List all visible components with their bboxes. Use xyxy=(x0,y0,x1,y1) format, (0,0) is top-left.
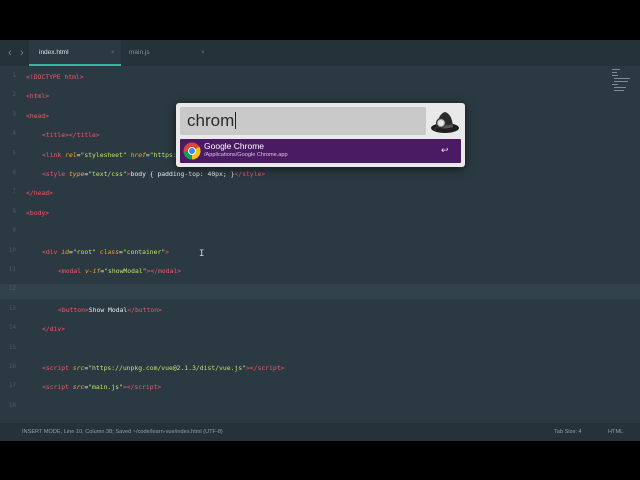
code-line: <modal v-if="showModal"></modal> xyxy=(58,267,182,275)
code-editor-window: ‹ › index.html × main.js × 1 2 3 4 5 6 7 8 9 10 11… xyxy=(0,40,640,441)
alfred-hat-icon xyxy=(431,112,459,133)
code-line: </div> xyxy=(42,325,66,334)
tab-index-html[interactable]: index.html × xyxy=(29,40,121,66)
chrome-icon xyxy=(183,142,201,160)
code-line: <style type="text/css">body { padding-to… xyxy=(42,170,266,178)
tab-label: main.js xyxy=(129,49,150,56)
mouse-ibeam-cursor: I xyxy=(199,249,205,259)
alfred-launcher: chrom Google Chrome /Applications/Google… xyxy=(176,103,465,167)
result-subtitle: /Applications/Google Chrome.app xyxy=(204,152,288,158)
code-line: <button>Show Modal</button> xyxy=(58,305,162,314)
code-line: <head> xyxy=(26,111,50,120)
close-icon[interactable]: × xyxy=(201,40,205,66)
forward-arrow-icon[interactable]: › xyxy=(20,47,24,59)
code-line: <script src="main.js"></script> xyxy=(42,383,162,392)
close-icon[interactable]: × xyxy=(111,40,115,66)
code-line: <html> xyxy=(26,92,50,101)
syntax-indicator[interactable]: HTML xyxy=(608,423,623,441)
result-google-chrome[interactable]: Google Chrome /Applications/Google Chrom… xyxy=(180,139,461,163)
minimap[interactable] xyxy=(610,66,632,96)
code-line: <body> xyxy=(26,208,50,217)
code-line: </head> xyxy=(26,189,53,198)
bottom-letterbox xyxy=(0,441,640,480)
tab-bar: ‹ › index.html × main.js × xyxy=(0,40,640,66)
text-caret xyxy=(235,112,237,129)
search-input[interactable]: chrom xyxy=(180,107,426,135)
status-text: INSERT MODE, Line 10, Column 38; Saved ~… xyxy=(22,429,223,435)
tab-size-indicator[interactable]: Tab Size: 4 xyxy=(554,423,582,441)
return-key-icon: ↩ xyxy=(441,145,449,155)
top-letterbox xyxy=(0,0,640,40)
code-line: <!DOCTYPE html> xyxy=(26,73,84,81)
code-line: <div id="root" class="container"> xyxy=(42,247,170,256)
search-query: chrom xyxy=(187,111,237,130)
result-title: Google Chrome xyxy=(204,141,265,151)
tab-main-js[interactable]: main.js × xyxy=(119,40,211,66)
back-arrow-icon[interactable]: ‹ xyxy=(8,47,12,59)
status-bar: INSERT MODE, Line 10, Column 38; Saved ~… xyxy=(0,423,640,441)
tab-label: index.html xyxy=(39,49,69,56)
code-line: <script src="https://unpkg.com/vue@2.1.3… xyxy=(42,364,285,372)
code-line: <title></title> xyxy=(42,131,100,140)
